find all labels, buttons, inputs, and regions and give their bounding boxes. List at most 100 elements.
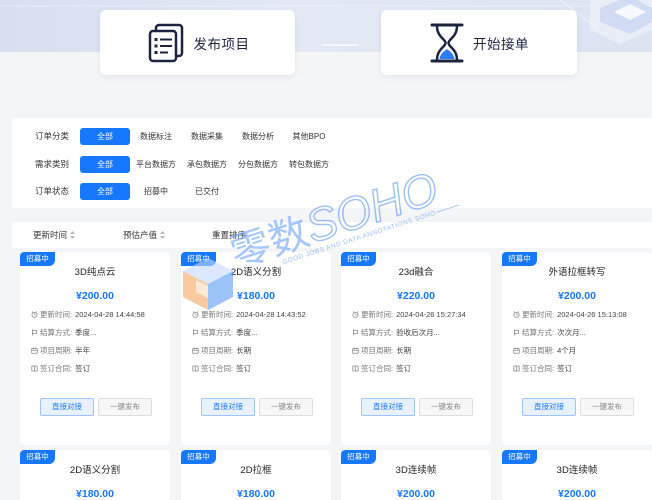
- status-badge: 招募中: [181, 252, 216, 266]
- info-row-contract: 签订合同: 签订: [192, 363, 251, 374]
- info-label: 签订合同:: [361, 364, 394, 373]
- filter-option-recruiting[interactable]: 招募中: [131, 183, 181, 200]
- info-label: 更新时间:: [522, 310, 555, 319]
- start-accepting-orders-card[interactable]: 开始接单: [381, 10, 577, 75]
- project-price: ¥180.00: [76, 488, 114, 500]
- contract-icon: [513, 365, 520, 372]
- project-price: ¥200.00: [76, 290, 114, 302]
- info-label: 结算方式:: [522, 328, 555, 337]
- filter-option-data-labeling[interactable]: 数据标注: [131, 128, 181, 145]
- one-click-publish-button[interactable]: 一键发布: [419, 398, 473, 416]
- sort-arrows-icon: [160, 231, 166, 239]
- info-value: 4个月: [557, 346, 577, 355]
- project-card[interactable]: 招募中 2D拉框 ¥180.00: [181, 450, 331, 500]
- info-value: 签订: [236, 364, 252, 373]
- direct-connect-button[interactable]: 直接对接: [522, 398, 576, 416]
- reset-sort-button[interactable]: 重置排序: [212, 222, 246, 248]
- filter-option-contractor-party[interactable]: 承包数据方: [182, 156, 232, 173]
- contract-icon: [192, 365, 199, 372]
- start-accepting-orders-label: 开始接单: [473, 36, 529, 52]
- project-title: 外语拉框转写: [548, 267, 606, 278]
- publish-project-card[interactable]: 发布项目: [100, 10, 295, 75]
- project-price: ¥200.00: [558, 488, 596, 500]
- status-badge: 招募中: [341, 252, 376, 266]
- info-value: 2024-04-28 14:44:58: [75, 310, 145, 319]
- sort-label-updated-time: 更新时间: [33, 230, 68, 240]
- filter-label-demand-type: 需求类别: [35, 159, 70, 169]
- project-card[interactable]: 招募中 23d融合 ¥220.00 更新时间: 2024-04-26 15:27…: [341, 252, 491, 445]
- info-value: 2024-04-26 15:13:08: [557, 310, 627, 319]
- filter-option-delivered[interactable]: 已交付: [182, 183, 232, 200]
- filter-label-order-status: 订单状态: [35, 186, 70, 196]
- info-value: 季度...: [236, 328, 258, 337]
- info-value: 签订: [396, 364, 412, 373]
- calendar-icon: [31, 347, 38, 354]
- sort-by-updated-time[interactable]: 更新时间: [33, 222, 76, 248]
- info-label: 项目周期:: [522, 346, 555, 355]
- project-card[interactable]: 招募中 3D连续帧 ¥200.00: [502, 450, 652, 500]
- sort-by-estimated-value[interactable]: 预估产值: [123, 222, 166, 248]
- info-row-contract: 签订合同: 签订: [31, 363, 90, 374]
- info-row-period: 项目周期: 4个月: [513, 345, 576, 356]
- one-click-publish-button[interactable]: 一键发布: [259, 398, 313, 416]
- info-label: 项目周期:: [201, 346, 234, 355]
- status-badge: 招募中: [20, 450, 55, 464]
- info-row-period: 项目周期: 半年: [31, 345, 90, 356]
- info-label: 更新时间:: [361, 310, 394, 319]
- filter-row-order-category: 订单分类 全部 数据标注 数据采集 数据分析 其他BPO: [12, 128, 652, 145]
- info-label: 签订合同:: [40, 364, 73, 373]
- project-title: 2D拉框: [240, 465, 272, 476]
- contract-icon: [352, 365, 359, 372]
- reset-sort-label: 重置排序: [212, 230, 247, 240]
- project-card[interactable]: 招募中 2D语义分割 ¥180.00: [20, 450, 170, 500]
- settlement-icon: [352, 329, 359, 336]
- filter-option-subcontractor-party[interactable]: 分包数据方: [233, 156, 283, 173]
- info-value: 长期: [236, 346, 252, 355]
- filter-option-other-bpo[interactable]: 其他BPO: [284, 128, 334, 145]
- project-title: 3D纯点云: [74, 267, 116, 278]
- direct-connect-button[interactable]: 直接对接: [40, 398, 94, 416]
- calendar-icon: [192, 347, 199, 354]
- project-card[interactable]: 招募中 外语拉框转写 ¥200.00 更新时间: 2024-04-26 15:1…: [502, 252, 652, 445]
- project-card[interactable]: 招募中 2D语义分割 ¥180.00 更新时间: 2024-04-28 14:4…: [181, 252, 331, 445]
- project-title: 23d融合: [398, 267, 434, 278]
- filter-option-data-analysis[interactable]: 数据分析: [233, 128, 283, 145]
- info-row-period: 项目周期: 长期: [352, 345, 411, 356]
- filter-option-platform-party[interactable]: 平台数据方: [131, 156, 181, 173]
- one-click-publish-button[interactable]: 一键发布: [580, 398, 634, 416]
- info-label: 签订合同:: [522, 364, 555, 373]
- sort-arrows-icon: [70, 231, 76, 239]
- info-value: 季度...: [75, 328, 97, 337]
- info-label: 结算方式:: [40, 328, 73, 337]
- filter-row-order-status: 订单状态 全部 招募中 已交付: [12, 183, 652, 200]
- info-label: 签订合同:: [201, 364, 234, 373]
- info-row-contract: 签订合同: 签订: [513, 363, 572, 374]
- info-row-updated-time: 更新时间: 2024-04-28 14:44:58: [31, 309, 145, 320]
- info-label: 项目周期:: [40, 346, 73, 355]
- filter-option-data-collection[interactable]: 数据采集: [182, 128, 232, 145]
- info-value: 长期: [396, 346, 412, 355]
- filter-row-demand-type: 需求类别 全部 平台数据方 承包数据方 分包数据方 转包数据方: [12, 156, 652, 173]
- project-price: ¥180.00: [237, 290, 275, 302]
- status-badge: 招募中: [341, 450, 376, 464]
- info-row-settlement: 结算方式: 季度...: [192, 327, 257, 338]
- filter-option-all[interactable]: 全部: [80, 183, 130, 200]
- filter-option-resubcontract-party[interactable]: 转包数据方: [284, 156, 334, 173]
- direct-connect-button[interactable]: 直接对接: [201, 398, 255, 416]
- contract-icon: [31, 365, 38, 372]
- status-badge: 招募中: [181, 450, 216, 464]
- filter-panel: 订单分类 全部 数据标注 数据采集 数据分析 其他BPO 需求类别 全部 平台数…: [12, 118, 652, 208]
- clock-icon: [513, 311, 520, 318]
- info-value: 签订: [557, 364, 573, 373]
- project-card[interactable]: 招募中 3D连续帧 ¥200.00: [341, 450, 491, 500]
- document-stack-icon: [146, 22, 186, 64]
- info-row-contract: 签订合同: 签订: [352, 363, 411, 374]
- calendar-icon: [513, 347, 520, 354]
- project-price: ¥180.00: [237, 488, 275, 500]
- filter-option-all[interactable]: 全部: [80, 128, 130, 145]
- filter-option-all[interactable]: 全部: [80, 156, 130, 173]
- project-card[interactable]: 招募中 3D纯点云 ¥200.00 更新时间: 2024-04-28 14:44…: [20, 252, 170, 445]
- one-click-publish-button[interactable]: 一键发布: [98, 398, 152, 416]
- direct-connect-button[interactable]: 直接对接: [361, 398, 415, 416]
- info-value: 半年: [75, 346, 91, 355]
